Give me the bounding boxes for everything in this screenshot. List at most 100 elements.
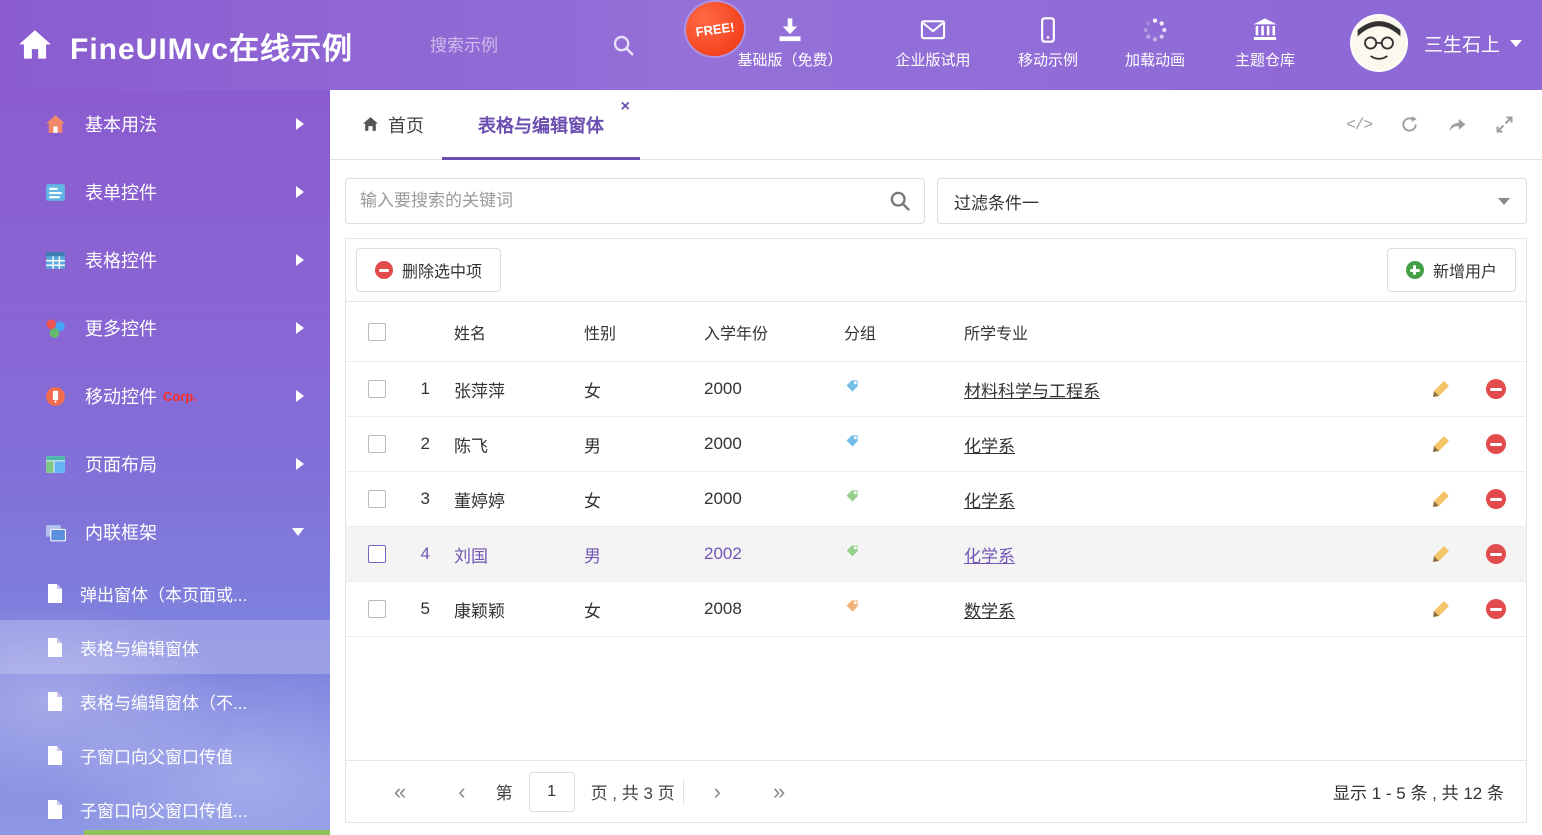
sidebar-item-label: 表格控件 <box>85 247 157 273</box>
first-page-button[interactable]: « <box>368 779 432 805</box>
delete-button[interactable] <box>1466 379 1526 399</box>
sidebar-subitem-child-to-parent-2[interactable]: 子窗口向父窗口传值... <box>0 782 330 835</box>
tab-tools: </> <box>1346 90 1542 159</box>
col-gender[interactable]: 性别 <box>576 320 696 344</box>
col-name[interactable]: 姓名 <box>446 320 576 344</box>
nav-label: 基础版（免费） <box>737 49 842 70</box>
tab-home[interactable]: 首页 <box>344 90 442 159</box>
major-link[interactable]: 化学系 <box>964 492 1015 511</box>
edit-button[interactable] <box>1416 599 1466 619</box>
mobile-controls-icon <box>44 385 67 408</box>
delete-button[interactable] <box>1466 599 1526 619</box>
edit-button[interactable] <box>1416 544 1466 564</box>
tag-icon <box>844 378 861 395</box>
tag-icon <box>844 598 861 615</box>
sidebar-subitem-grid-edit-window[interactable]: 表格与编辑窗体 <box>0 620 330 674</box>
sidebar-item-inline-frame[interactable]: 内联框架 <box>0 498 330 566</box>
table-row[interactable]: 5 康颖颖 女 2008 数学系 <box>346 582 1526 637</box>
refresh-icon[interactable] <box>1400 115 1419 134</box>
minus-circle-icon <box>1486 489 1506 509</box>
col-major[interactable]: 所学专业 <box>956 320 1416 344</box>
col-year[interactable]: 入学年份 <box>696 320 836 344</box>
delete-button[interactable] <box>1466 544 1526 564</box>
sidebar-item-page-layout[interactable]: 页面布局 <box>0 430 330 498</box>
sidebar: 基本用法 表单控件 表格控件 更多控件 <box>0 90 330 835</box>
user-menu[interactable]: 三生石上 <box>1350 14 1522 72</box>
expand-icon[interactable] <box>1495 115 1514 134</box>
sidebar-item-table-controls[interactable]: 表格控件 <box>0 226 330 294</box>
nav-enterprise-trial[interactable]: 企业版试用 <box>868 16 998 78</box>
nav-theme-repo[interactable]: 主题仓库 <box>1200 16 1330 78</box>
year-cell: 2000 <box>696 489 836 509</box>
major-link[interactable]: 化学系 <box>964 437 1015 456</box>
page-prefix: 第 <box>496 779 513 804</box>
name-cell: 康颖颖 <box>446 597 576 622</box>
delete-button[interactable] <box>1466 489 1526 509</box>
sidebar-item-label: 表单控件 <box>85 179 157 205</box>
nav-label: 主题仓库 <box>1235 49 1295 70</box>
row-checkbox[interactable] <box>368 435 386 453</box>
year-cell: 2000 <box>696 379 836 399</box>
row-checkbox[interactable] <box>368 490 386 508</box>
row-checkbox[interactable] <box>368 545 386 563</box>
nav-basic-free[interactable]: 基础版（免费） <box>725 16 855 78</box>
nav-label: 移动示例 <box>1018 49 1078 70</box>
search-icon[interactable] <box>889 190 912 213</box>
prev-page-button[interactable]: ‹ <box>432 779 491 805</box>
col-group[interactable]: 分组 <box>836 320 956 344</box>
next-page-button[interactable]: › <box>688 779 747 805</box>
table-row[interactable]: 3 董婷婷 女 2000 化学系 <box>346 472 1526 527</box>
keyword-search-input[interactable] <box>346 179 924 223</box>
row-number: 3 <box>396 489 446 509</box>
major-link[interactable]: 化学系 <box>964 547 1015 566</box>
delete-button[interactable] <box>1466 434 1526 454</box>
add-user-button[interactable]: 新增用户 <box>1387 248 1516 292</box>
sidebar-item-more-controls[interactable]: 更多控件 <box>0 294 330 362</box>
major-link[interactable]: 数学系 <box>964 602 1015 621</box>
app-header: FineUIMvc在线示例 FREE! 基础版（免费） 企业版试用 <box>0 0 1542 90</box>
cubes-icon <box>44 317 67 340</box>
filter-select[interactable]: 过滤条件一 <box>937 178 1527 224</box>
sidebar-subitem-grid-edit-window-2[interactable]: 表格与编辑窗体（不... <box>0 674 330 728</box>
row-checkbox[interactable] <box>368 380 386 398</box>
table-row[interactable]: 4 刘国 男 2002 化学系 <box>346 527 1526 582</box>
edit-button[interactable] <box>1416 379 1466 399</box>
last-page-button[interactable]: » <box>747 779 811 805</box>
share-icon[interactable] <box>1447 115 1467 134</box>
table-row[interactable]: 1 张萍萍 女 2000 材料科学与工程系 <box>346 362 1526 417</box>
envelope-icon <box>919 16 947 44</box>
row-checkbox[interactable] <box>368 600 386 618</box>
gender-cell: 女 <box>576 597 696 622</box>
sidebar-subitem-child-to-parent-1[interactable]: 子窗口向父窗口传值 <box>0 728 330 782</box>
name-cell: 刘国 <box>446 542 576 567</box>
page-number-input[interactable] <box>529 772 575 812</box>
filter-bar: 过滤条件一 <box>330 160 1542 224</box>
main-content: 首页 表格与编辑窗体 × </> <box>330 90 1542 835</box>
table-row[interactable]: 2 陈飞 男 2000 化学系 <box>346 417 1526 472</box>
edit-button[interactable] <box>1416 489 1466 509</box>
tab-grid-edit-window[interactable]: 表格与编辑窗体 × <box>442 90 640 159</box>
select-all-checkbox[interactable] <box>368 323 386 341</box>
frame-icon <box>44 521 67 544</box>
sidebar-item-label: 更多控件 <box>85 315 157 341</box>
home-icon <box>16 27 54 65</box>
sidebar-item-basic-usage[interactable]: 基本用法 <box>0 90 330 158</box>
close-icon[interactable]: × <box>621 99 630 115</box>
bank-icon <box>1251 16 1279 44</box>
search-icon[interactable] <box>612 34 636 58</box>
edit-button[interactable] <box>1416 434 1466 454</box>
spinner-icon <box>1141 16 1169 44</box>
chevron-right-icon <box>296 390 304 402</box>
header-search-input[interactable] <box>430 28 642 64</box>
pencil-icon <box>1431 434 1451 454</box>
sidebar-item-form-controls[interactable]: 表单控件 <box>0 158 330 226</box>
pencil-icon <box>1431 379 1451 399</box>
sidebar-subitem-label: 表格与编辑窗体（不... <box>80 689 247 714</box>
avatar[interactable] <box>1350 14 1408 72</box>
sidebar-item-mobile-controls[interactable]: 移动控件 Corp. <box>0 362 330 430</box>
delete-selected-button[interactable]: 删除选中项 <box>356 248 501 292</box>
major-link[interactable]: 材料科学与工程系 <box>964 382 1100 401</box>
source-code-icon[interactable]: </> <box>1346 116 1372 134</box>
pencil-icon <box>1431 489 1451 509</box>
sidebar-subitem-popup-window[interactable]: 弹出窗体（本页面或... <box>0 566 330 620</box>
